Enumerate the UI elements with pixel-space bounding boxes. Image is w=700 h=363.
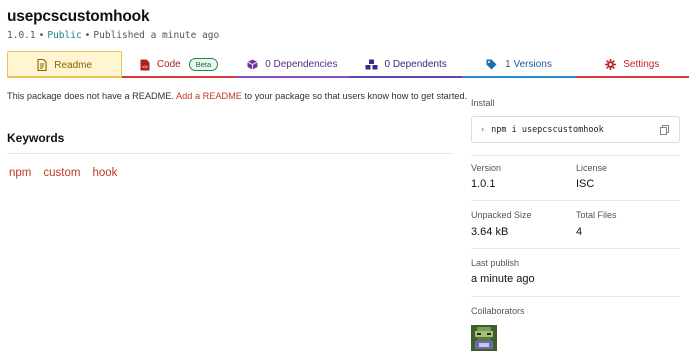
sidebar-divider (471, 296, 680, 297)
package-name: usepcscustomhook (7, 8, 150, 25)
package-version: 1.0.1 (7, 30, 36, 41)
tab-code-label: Code (156, 59, 181, 70)
unpacked-size-value: 3.64 kB (471, 226, 509, 238)
package-tabs: Readme <> Code Beta 0 Dependencies 0 Dep… (7, 51, 689, 78)
tab-readme[interactable]: Readme (7, 51, 123, 78)
tab-settings[interactable]: Settings (575, 51, 689, 78)
keywords-heading: Keywords (7, 131, 65, 145)
settings-gear-icon (605, 59, 617, 70)
dependents-cubes-icon (365, 59, 378, 70)
unpacked-size-label: Unpacked Size (471, 210, 532, 220)
keyword-link[interactable]: hook (92, 167, 117, 179)
tab-readme-label: Readme (54, 59, 93, 71)
last-publish-label: Last publish (471, 258, 520, 268)
keywords-divider (7, 153, 453, 154)
sidebar-divider (471, 155, 680, 156)
collaborator-avatar[interactable] (471, 325, 497, 351)
tab-code[interactable]: <> Code Beta (122, 51, 236, 78)
package-published-time: Published a minute ago (93, 30, 220, 41)
add-readme-link[interactable]: Add a README (176, 91, 242, 101)
collaborators-label: Collaborators (471, 306, 525, 316)
tab-dependencies[interactable]: 0 Dependencies (235, 51, 349, 78)
beta-badge: Beta (188, 58, 219, 71)
tab-dependencies-label: 0 Dependencies (265, 59, 338, 70)
last-publish-value: a minute ago (471, 273, 535, 285)
sidebar-divider (471, 248, 680, 249)
install-label: Install (471, 98, 495, 108)
prompt-chevron-icon: › (480, 124, 486, 135)
version-label: Version (471, 163, 502, 173)
sidebar-divider (471, 200, 680, 201)
total-files-value: 4 (576, 226, 583, 238)
package-meta: 1.0.1 • Public • Published a minute ago (7, 30, 220, 41)
keyword-link[interactable]: custom (43, 167, 80, 179)
code-icon: <> (140, 59, 150, 71)
install-command-box[interactable]: › npm i usepcscustomhook (471, 116, 680, 143)
total-files-label: Total Files (576, 210, 617, 220)
version-value: 1.0.1 (471, 178, 496, 190)
tab-settings-label: Settings (623, 59, 660, 70)
package-visibility: Public (47, 30, 82, 41)
tab-versions[interactable]: 1 Versions (462, 51, 576, 78)
keyword-link[interactable]: npm (9, 167, 31, 179)
tab-versions-label: 1 Versions (505, 59, 552, 70)
license-value: ISC (576, 178, 595, 190)
versions-tag-icon (486, 59, 498, 70)
tab-dependents-label: 0 Dependents (384, 59, 447, 70)
readme-icon (37, 59, 47, 71)
no-readme-message: This package does not have a README. Add… (7, 91, 468, 101)
copy-icon[interactable] (660, 125, 669, 138)
license-label: License (576, 163, 608, 173)
svg-text:<>: <> (142, 64, 148, 70)
keywords-list: npm custom hook (9, 167, 117, 179)
install-command: npm i usepcscustomhook (491, 124, 604, 135)
dependencies-box-icon (247, 59, 258, 70)
tab-dependents[interactable]: 0 Dependents (348, 51, 463, 78)
